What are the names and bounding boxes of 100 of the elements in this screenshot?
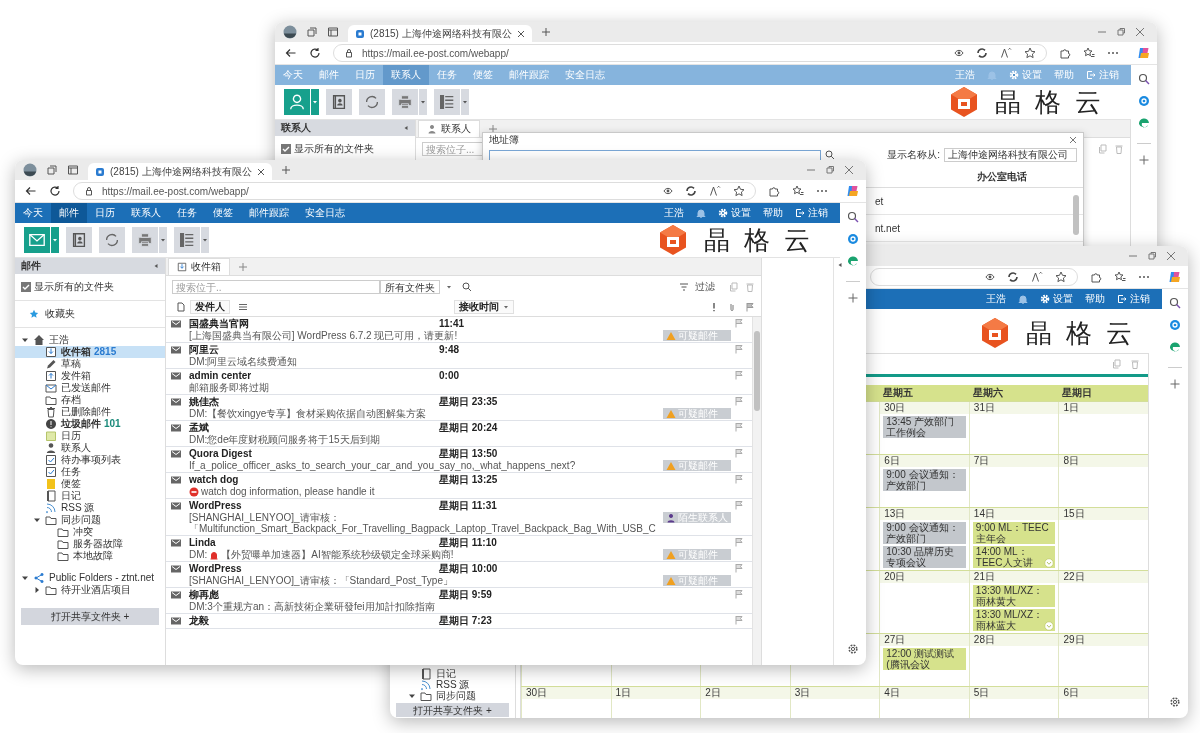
tree-item[interactable]: 服务器故障 — [15, 538, 165, 550]
flag-icon[interactable] — [745, 302, 755, 312]
folder-label[interactable]: 同步问题 — [61, 514, 101, 526]
open-shared-folder-button[interactable]: 打开共享文件夹 + — [21, 608, 159, 625]
flag-icon[interactable] — [734, 537, 744, 547]
folder-label[interactable]: 草稿 — [61, 358, 81, 370]
tree-item[interactable]: 已发送邮件 — [15, 382, 165, 394]
help-link[interactable]: 帮助 — [1085, 289, 1105, 309]
user-name[interactable]: 王浩 — [664, 206, 684, 220]
calendar-event[interactable]: 14:00 ML：TEEC人文讲 — [972, 546, 1056, 568]
folder-label[interactable]: Public Folders - ztnt.net — [49, 572, 155, 584]
calendar-event[interactable]: 10:30 品牌历史专项会议 — [883, 546, 966, 568]
folder-label[interactable]: 王浩 — [49, 334, 69, 346]
tree-item[interactable]: 发件箱 — [15, 370, 165, 382]
collapse-icon[interactable] — [403, 125, 409, 131]
read-aloud-icon[interactable] — [709, 185, 721, 197]
help-link[interactable]: 帮助 — [763, 203, 783, 223]
close-icon[interactable] — [1166, 251, 1176, 261]
favorites-icon[interactable] — [792, 185, 804, 197]
folder-label[interactable]: 收件箱 — [61, 346, 91, 358]
day-number[interactable]: 6日 — [1063, 687, 1079, 698]
document-icon[interactable] — [176, 302, 186, 312]
settings-button[interactable]: 设置 — [1040, 289, 1073, 309]
tree-item[interactable]: 同步问题 — [15, 514, 165, 526]
eye-icon[interactable] — [985, 272, 995, 282]
extensions-icon[interactable] — [1090, 271, 1102, 283]
avatar-icon[interactable] — [283, 25, 297, 39]
folder-label[interactable]: 待开业酒店项目 — [61, 584, 131, 596]
app-icon[interactable] — [847, 233, 859, 245]
tree-item[interactable]: 本地故障 — [15, 550, 165, 562]
add-icon[interactable] — [1138, 154, 1150, 166]
copilot-icon[interactable] — [1168, 270, 1182, 284]
star-icon[interactable] — [1024, 47, 1036, 59]
logout-button[interactable]: 注销 — [795, 203, 828, 223]
new-tab-icon[interactable] — [540, 27, 551, 37]
caret-icon[interactable] — [21, 574, 29, 582]
copy-icon[interactable] — [1112, 359, 1122, 369]
app-icon[interactable] — [1169, 341, 1181, 353]
extensions-icon[interactable] — [1059, 47, 1071, 59]
tab-list-icon[interactable] — [327, 26, 339, 38]
calendar-event[interactable]: 9:00 会议通知：产效部门 — [883, 522, 966, 544]
flag-icon[interactable] — [734, 448, 744, 458]
folder-label[interactable]: 存档 — [61, 394, 81, 406]
address-book-button[interactable] — [66, 227, 92, 253]
checkbox[interactable] — [21, 282, 31, 292]
read-aloud-icon[interactable] — [1031, 271, 1043, 283]
tree-item[interactable]: 待办事项列表 — [15, 454, 165, 466]
calendar-event[interactable]: 9:00 ML：TEEC主年会 — [972, 522, 1056, 544]
user-name[interactable]: 王浩 — [986, 292, 1006, 306]
column-header[interactable]: 办公室电话 — [935, 170, 1069, 184]
eye-icon[interactable] — [954, 48, 964, 58]
tree-item[interactable]: 待开业酒店项目 — [15, 584, 165, 596]
dropdown-button[interactable] — [311, 89, 319, 115]
collapse-icon[interactable] — [153, 263, 159, 269]
address-book-button[interactable] — [326, 89, 352, 115]
folder-label[interactable]: 垃圾邮件 — [61, 418, 101, 430]
tree-item[interactable]: Public Folders - ztnt.net — [15, 572, 165, 584]
settings-icon[interactable] — [1169, 696, 1181, 708]
folder-label[interactable]: 联系人 — [61, 442, 91, 454]
flag-icon[interactable] — [734, 589, 744, 599]
flag-icon[interactable] — [734, 344, 744, 354]
tree-item[interactable]: 联系人 — [15, 442, 165, 454]
folder-label[interactable]: RSS 源 — [61, 502, 95, 514]
close-icon[interactable] — [1069, 136, 1077, 144]
folder-label[interactable]: 已删除邮件 — [61, 406, 111, 418]
flag-icon[interactable] — [734, 615, 744, 625]
close-icon[interactable] — [516, 29, 525, 38]
app-icon[interactable] — [1169, 319, 1181, 331]
day-number[interactable]: 1日 — [615, 687, 632, 698]
extensions-icon[interactable] — [768, 185, 780, 197]
refresh-button[interactable] — [359, 89, 385, 115]
lock-icon[interactable] — [84, 186, 94, 196]
star-icon[interactable] — [1055, 271, 1067, 283]
day-number[interactable]: 7日 — [973, 455, 990, 466]
folder-label[interactable]: 日记 — [61, 490, 81, 502]
print-button[interactable] — [132, 227, 158, 253]
close-icon[interactable] — [256, 167, 265, 176]
open-shared-folder-button[interactable]: 打开共享文件夹 + — [396, 703, 509, 717]
nav-tab[interactable]: 安全日志 — [297, 203, 353, 223]
dropdown-button[interactable] — [51, 227, 59, 253]
add-tab-icon[interactable] — [238, 261, 248, 272]
folder-label[interactable]: 便签 — [61, 478, 81, 490]
dropdown-button[interactable] — [159, 227, 167, 253]
tree-item[interactable]: 任务 — [15, 466, 165, 478]
day-number[interactable]: 1日 — [1063, 402, 1079, 413]
dropdown-button[interactable] — [461, 89, 469, 115]
calendar-event[interactable]: 13:30 ML/XZ：雨林黄大 — [972, 585, 1056, 607]
checkbox-label[interactable]: 显示所有的文件夹 — [34, 280, 114, 294]
calendar-event[interactable]: 13:45 产效部门工作例会 — [883, 416, 966, 438]
print-button[interactable] — [392, 89, 418, 115]
copy-icon[interactable] — [1098, 144, 1108, 154]
browser-tab[interactable]: (2815) 上海仲途网络科技有限公 — [88, 163, 272, 180]
scrollbar[interactable] — [1073, 195, 1079, 235]
nav-tab[interactable]: 联系人 — [123, 203, 169, 223]
app-icon[interactable] — [1138, 117, 1150, 129]
tree-item[interactable]: 日历 — [15, 430, 165, 442]
flag-icon[interactable] — [734, 474, 744, 484]
search-icon[interactable] — [825, 150, 835, 160]
flag-icon[interactable] — [734, 370, 744, 380]
bell-icon[interactable] — [696, 208, 706, 218]
